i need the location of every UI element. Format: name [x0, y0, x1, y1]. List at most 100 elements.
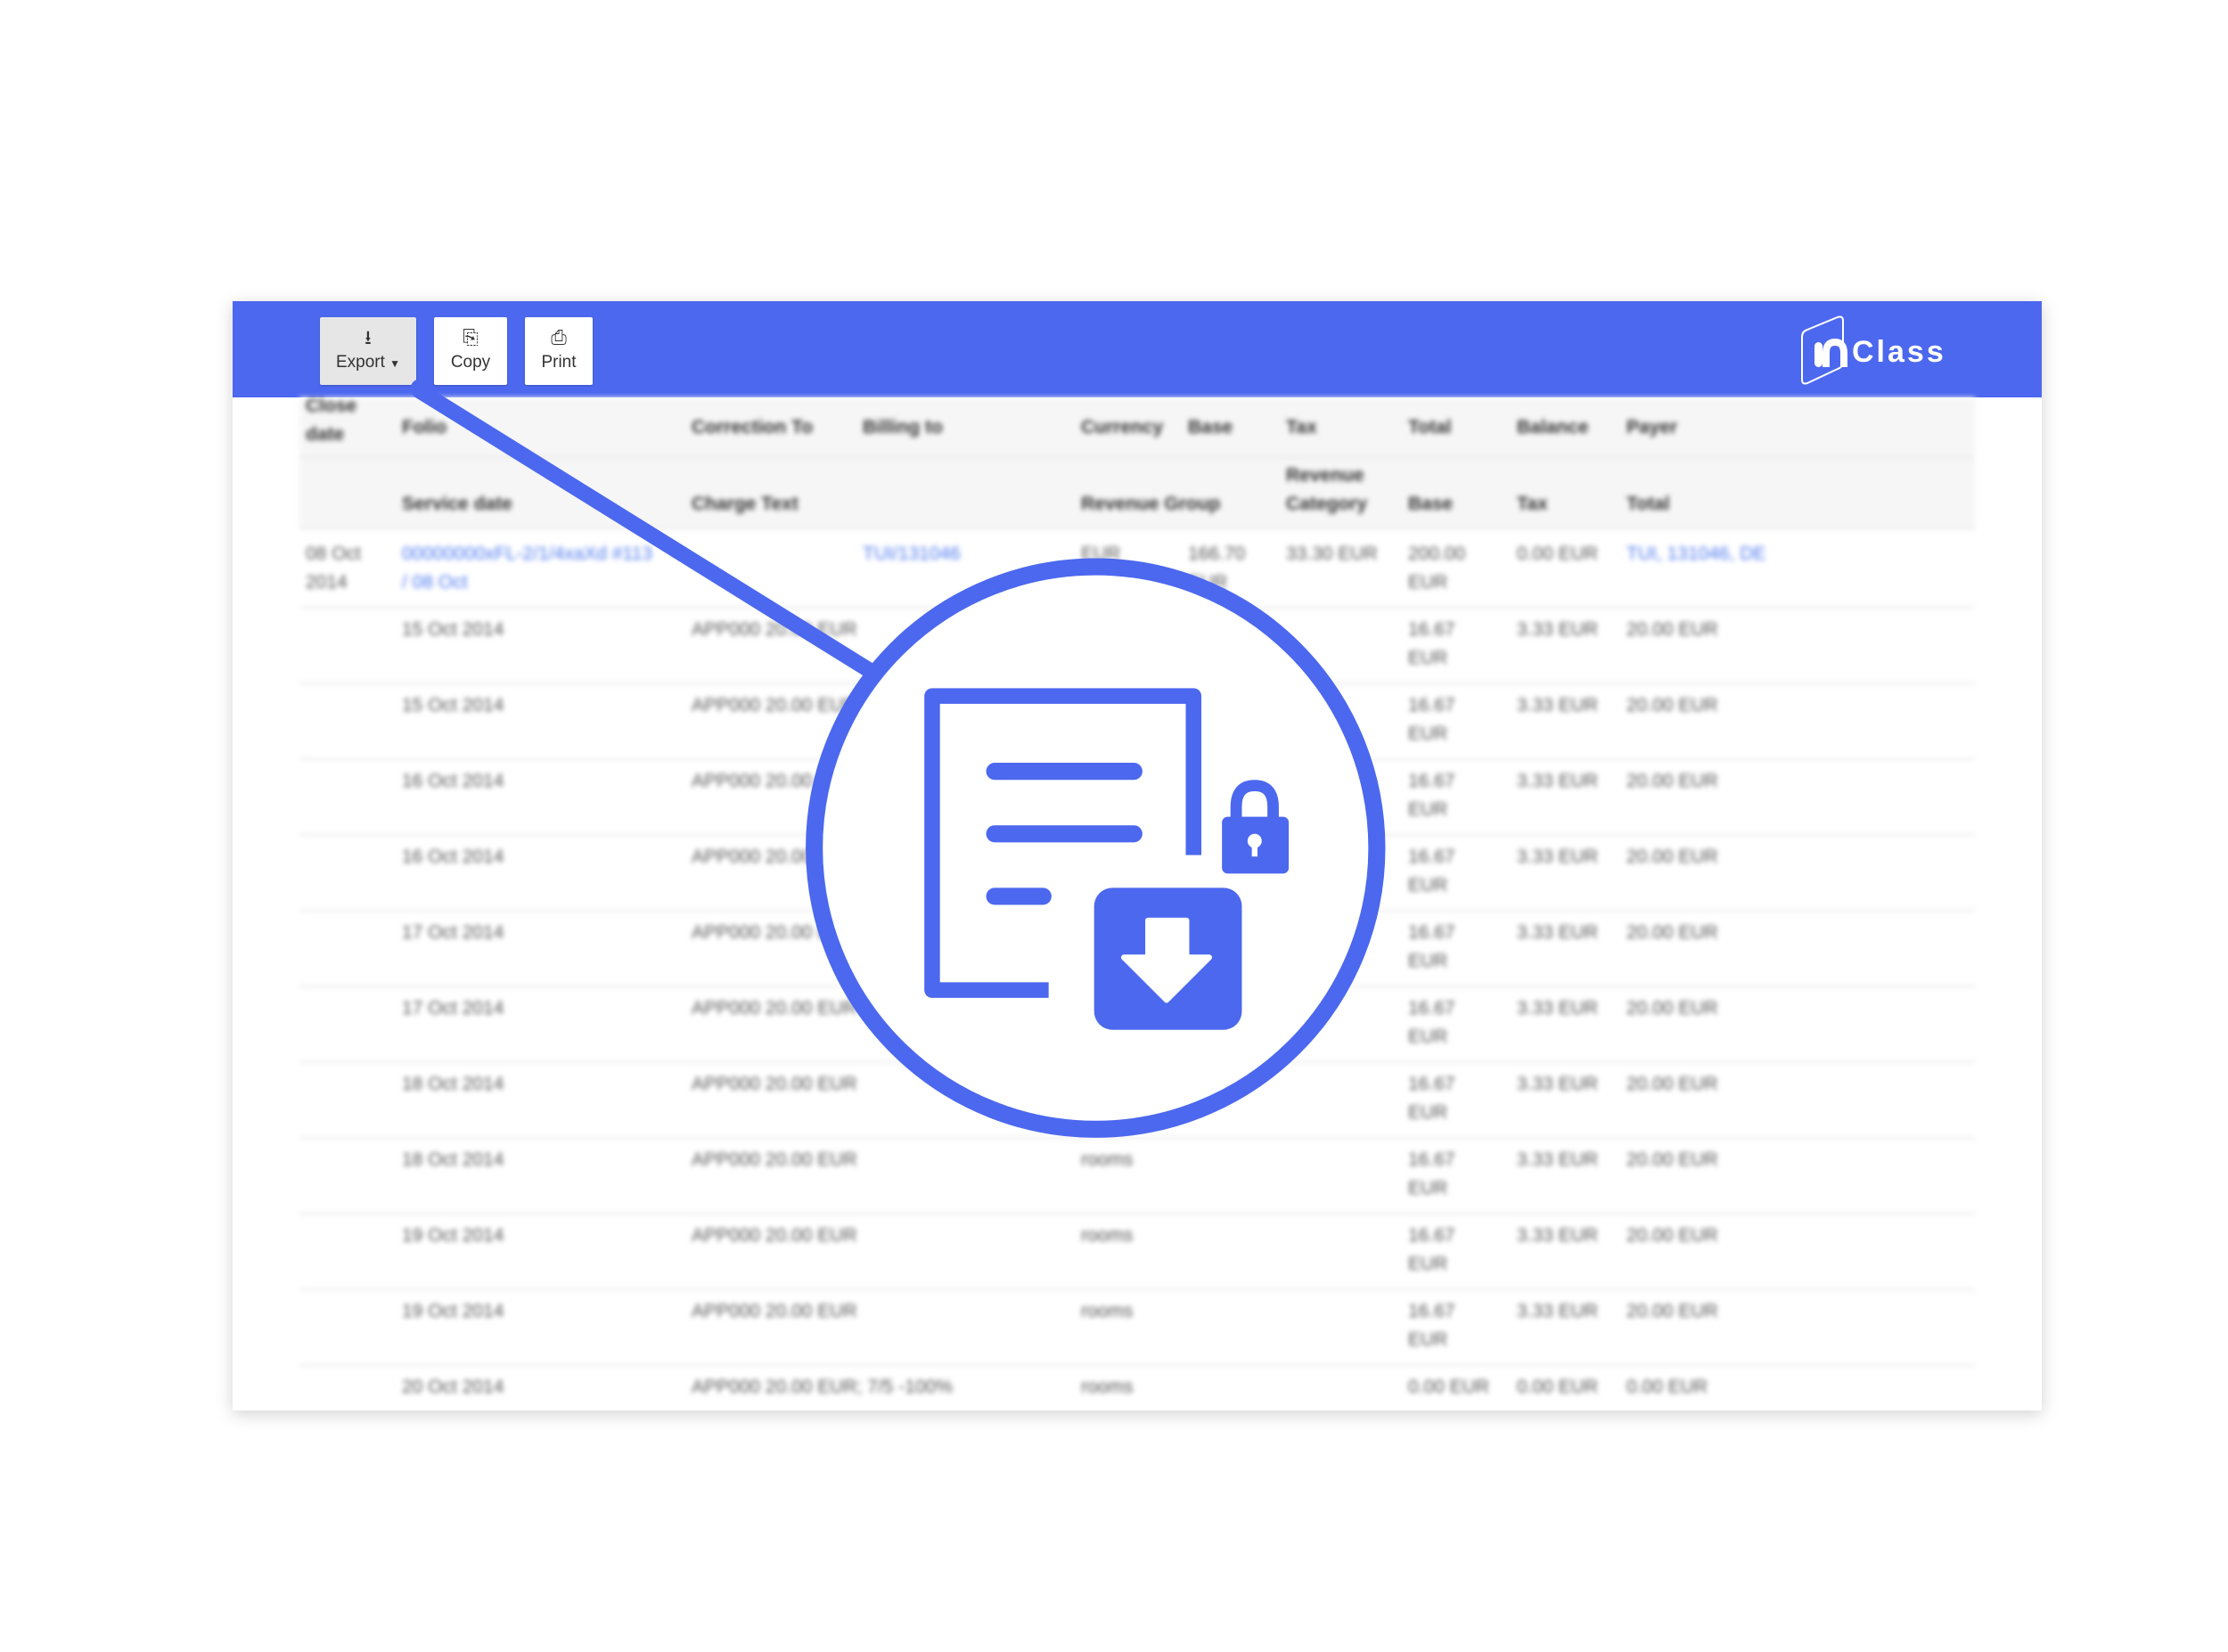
- column-header[interactable]: Charge Text: [692, 490, 799, 519]
- cell-tax: 3.33 EUR: [1517, 1225, 1599, 1246]
- cell-revenue-group: rooms: [1081, 846, 1134, 867]
- cell-total: 20.00 EUR: [1626, 998, 1718, 1018]
- cell-base: 16.67 EUR: [1408, 1074, 1461, 1123]
- row-divider: [299, 1213, 1975, 1214]
- cell-total: 20.00 EUR: [1626, 846, 1718, 867]
- column-header[interactable]: Correction To: [692, 413, 813, 442]
- cell-service-date: 15 Oct 2014: [402, 619, 504, 640]
- cell-charge-text: APP000 20.00 EUR: [692, 619, 857, 640]
- cell-revenue-group: rooms: [1081, 1149, 1134, 1170]
- cell-folio[interactable]: 00000000xFL-2/1/4xaXd #113 / 08 Oct: [402, 540, 660, 597]
- cell-revenue-group: rooms: [1081, 619, 1134, 640]
- cell-tax: 3.33 EUR: [1517, 998, 1599, 1018]
- cell-revenue-group: rooms: [1081, 1225, 1134, 1246]
- cell-tax: 33.30 EUR: [1286, 544, 1378, 564]
- cell-base: 16.67 EUR: [1408, 1301, 1461, 1350]
- column-header[interactable]: Revenue Category: [1286, 462, 1384, 519]
- row-divider: [299, 834, 1975, 836]
- row-divider: [299, 1137, 1975, 1139]
- row-divider: [299, 1364, 1975, 1366]
- cell-service-date: 19 Oct 2014: [402, 1225, 504, 1246]
- cell-base: 0.00 EUR: [1408, 1377, 1490, 1397]
- cell-base: 16.67 EUR: [1408, 771, 1461, 820]
- row-divider: [299, 985, 1975, 987]
- cell-revenue-group: rooms: [1081, 1301, 1134, 1321]
- cell-charge-text: APP000 20.00 EUR; 7/5 -100%: [692, 1377, 954, 1397]
- cell-service-date: 16 Oct 2014: [402, 771, 504, 791]
- cell-payer[interactable]: TUI, 131046, DE: [1626, 540, 1765, 568]
- caret-down-icon: ▼: [389, 357, 401, 370]
- row-divider: [299, 1288, 1975, 1290]
- cell-base: 16.67 EUR: [1408, 1149, 1461, 1198]
- cell-service-date: 15 Oct 2014: [402, 695, 504, 716]
- cell-service-date: 18 Oct 2014: [402, 1149, 504, 1170]
- cell-total: 20.00 EUR: [1626, 695, 1718, 716]
- cell-close-date: 08 Oct 2014: [306, 544, 366, 593]
- cell-base: 16.67 EUR: [1408, 695, 1461, 744]
- cell-charge-text: APP000 20.00 EUR: [692, 1149, 857, 1170]
- cell-total: 20.00 EUR: [1626, 1301, 1718, 1321]
- cell-tax: 3.33 EUR: [1517, 846, 1599, 867]
- column-header[interactable]: Balance: [1517, 413, 1589, 442]
- column-header[interactable]: Total: [1626, 490, 1670, 519]
- print-label: Print: [541, 353, 577, 372]
- cell-balance: 0.00 EUR: [1517, 544, 1599, 564]
- cell-total: 20.00 EUR: [1626, 771, 1718, 791]
- cell-charge-text: APP000 20.00 EUR: [692, 922, 857, 943]
- cell-service-date: 16 Oct 2014: [402, 846, 504, 867]
- download-circle-icon: ⭳: [365, 326, 372, 348]
- column-header[interactable]: Total: [1408, 413, 1452, 442]
- column-header[interactable]: Base: [1188, 413, 1233, 442]
- cell-total: 20.00 EUR: [1626, 1149, 1718, 1170]
- column-header[interactable]: Tax: [1286, 413, 1317, 442]
- column-header[interactable]: Tax: [1517, 490, 1548, 519]
- column-header[interactable]: Folio: [402, 413, 446, 442]
- cell-charge-text: APP000 20.00 EUR: [692, 771, 857, 791]
- cell-tax: 3.33 EUR: [1517, 1149, 1599, 1170]
- cell-billing-to[interactable]: TUI/131046: [863, 540, 961, 568]
- cell-revenue-group: rooms: [1081, 695, 1134, 716]
- printer-icon: ⎙: [551, 326, 567, 348]
- row-divider: [299, 910, 1975, 912]
- cell-service-date: 19 Oct 2014: [402, 1301, 504, 1321]
- cell-currency: EUR: [1081, 544, 1121, 564]
- column-header[interactable]: Payer: [1626, 413, 1677, 442]
- cell-total: 20.00 EUR: [1626, 1074, 1718, 1094]
- row-divider: [299, 607, 1975, 609]
- cell-total: 20.00 EUR: [1626, 1225, 1718, 1246]
- column-header[interactable]: Close date: [306, 392, 377, 449]
- cell-tax: 3.33 EUR: [1517, 771, 1599, 791]
- export-button[interactable]: ⭳ Export ▼: [320, 317, 416, 385]
- cell-charge-text: APP000 20.00 EUR: [692, 846, 857, 867]
- logo-text: Class: [1852, 335, 1946, 369]
- cell-base: 16.67 EUR: [1408, 998, 1461, 1047]
- copy-label: Copy: [450, 353, 491, 372]
- column-header[interactable]: Billing to: [863, 413, 943, 442]
- row-divider: [299, 758, 1975, 760]
- cell-revenue-group: rooms: [1081, 1074, 1134, 1094]
- copy-button[interactable]: ⎘ Copy: [434, 317, 507, 385]
- cell-revenue-group: rooms: [1081, 771, 1134, 791]
- column-header[interactable]: Revenue Group: [1081, 490, 1220, 519]
- cell-charge-text: APP000 20.00 EUR: [692, 1074, 857, 1094]
- cell-base: 16.67 EUR: [1408, 1225, 1461, 1274]
- cell-charge-text: APP000 20.00 EUR: [692, 998, 857, 1018]
- cell-tax: 3.33 EUR: [1517, 619, 1599, 640]
- cell-base: 16.67 EUR: [1408, 846, 1461, 896]
- column-header[interactable]: Currency: [1081, 413, 1163, 442]
- print-button[interactable]: ⎙ Print: [525, 317, 593, 385]
- inclass-logo: Class: [1797, 312, 1957, 388]
- cell-total: 20.00 EUR: [1626, 922, 1718, 943]
- cell-service-date: 18 Oct 2014: [402, 1074, 504, 1094]
- column-header[interactable]: Service date: [402, 490, 512, 519]
- column-header[interactable]: Base: [1408, 490, 1453, 519]
- cell-service-date: 20 Oct 2014: [402, 1377, 504, 1397]
- export-label: Export: [335, 353, 385, 372]
- row-divider: [299, 1061, 1975, 1063]
- cell-total: 200.00 EUR: [1408, 544, 1471, 593]
- folio-table: Close date Folio Correction To Billing to Cu…: [233, 396, 2042, 1411]
- report-card: ⭳ Export ▼ ⎘ Copy ⎙ Print Class Close da…: [233, 301, 2042, 1411]
- row-divider: [299, 683, 1975, 684]
- cell-charge-text: APP000 20.00 EUR: [692, 1301, 857, 1321]
- cell-service-date: 17 Oct 2014: [402, 922, 504, 943]
